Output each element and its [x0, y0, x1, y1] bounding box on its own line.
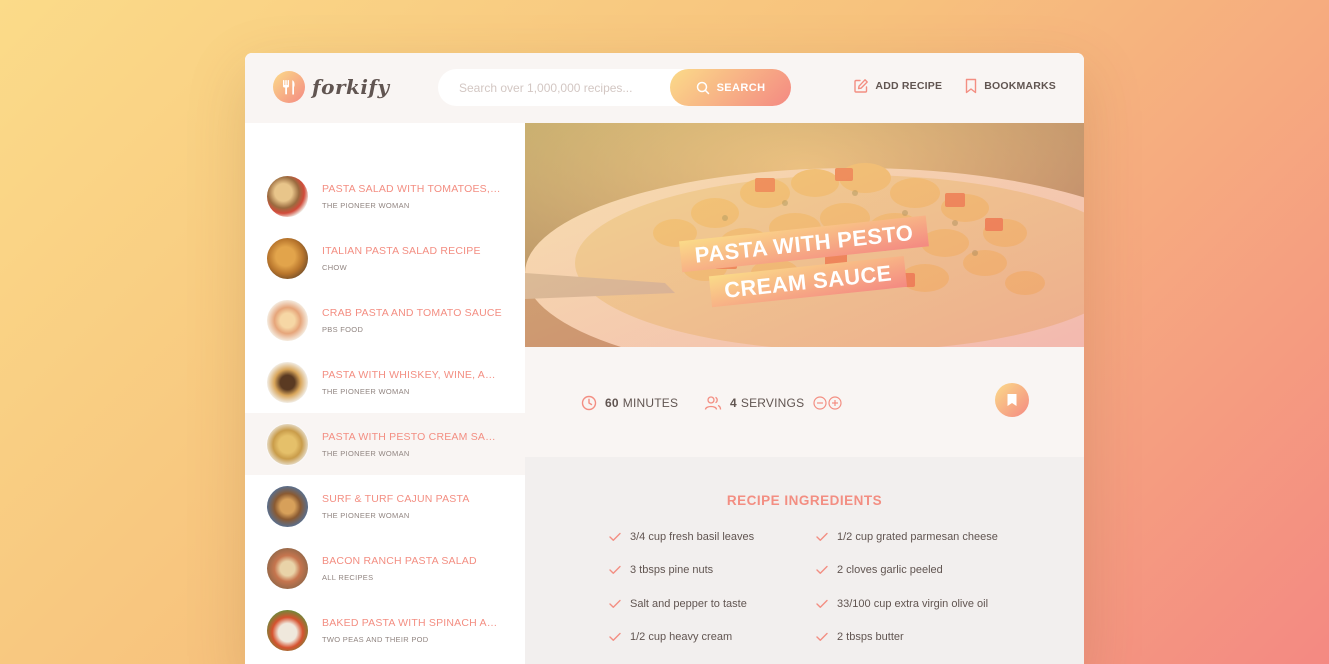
search-icon: [696, 81, 709, 94]
search-button-label: SEARCH: [716, 81, 766, 94]
check-icon: [609, 565, 621, 574]
result-thumbnail: [267, 609, 308, 651]
recipe-image: PASTA WITH PESTO CREAM SAUCE: [525, 123, 1084, 347]
check-icon: [609, 632, 621, 641]
recipe-details: 60 MINUTES 4 SERVINGS: [525, 347, 1084, 457]
result-item[interactable]: ITALIAN PASTA SALAD RECIPE CHOW: [245, 227, 525, 289]
logo[interactable]: forkify: [273, 71, 390, 103]
bookmarks-button[interactable]: BOOKMARKS: [964, 78, 1056, 94]
nav: ADD RECIPE BOOKMARKS: [831, 78, 1056, 94]
result-item[interactable]: SURF & TURF CAJUN PASTA THE PIONEER WOMAN: [245, 475, 525, 537]
result-publisher: THE PIONEER WOMAN: [322, 200, 410, 210]
ingredient-text: 2 tbsps butter: [837, 631, 904, 643]
check-icon: [609, 599, 621, 608]
check-icon: [816, 632, 828, 641]
ingredient-text: 3/4 cup fresh basil leaves: [630, 531, 755, 543]
bookmarks-label: BOOKMARKS: [984, 80, 1056, 92]
ingredient-text: 1/2 cup heavy cream: [630, 631, 733, 643]
ingredient-item: 3/4 cup fresh basil leaves: [609, 531, 754, 543]
result-title: SURF & TURF CAJUN PASTA: [322, 492, 470, 505]
result-thumbnail: [267, 361, 308, 403]
result-thumbnail: [267, 237, 308, 279]
app-window: forkify SEARCH ADD RECIPE: [245, 53, 1084, 664]
ingredient-item: 1/2 cup grated parmesan cheese: [816, 531, 998, 543]
search-form: SEARCH: [438, 69, 791, 106]
cooking-time-unit: MINUTES: [622, 396, 679, 410]
increase-servings-button[interactable]: [828, 396, 842, 410]
logo-fork-icon: [273, 71, 305, 103]
search-input[interactable]: [459, 80, 679, 95]
result-title: BACON RANCH PASTA SALAD: [322, 554, 477, 567]
result-thumbnail: [267, 485, 308, 527]
search-button[interactable]: SEARCH: [670, 69, 791, 106]
result-title: ITALIAN PASTA SALAD RECIPE: [322, 244, 481, 257]
result-item[interactable]: BACON RANCH PASTA SALAD ALL RECIPES: [245, 537, 525, 599]
bookmark-recipe-button[interactable]: [995, 383, 1029, 417]
result-publisher: TWO PEAS AND THEIR POD: [322, 634, 429, 644]
minus-circle-icon: [813, 396, 827, 410]
result-title: PASTA WITH PESTO CREAM SAUCE: [322, 430, 502, 443]
result-thumbnail: [267, 423, 308, 465]
result-item[interactable]: PASTA WITH WHISKEY, WINE, AN... THE PIONE…: [245, 351, 525, 413]
result-thumbnail: [267, 175, 308, 217]
result-publisher: THE PIONEER WOMAN: [322, 386, 410, 396]
recipe-view: PASTA WITH PESTO CREAM SAUCE 60 MINUTES: [525, 123, 1084, 664]
bookmark-icon: [965, 78, 977, 94]
plus-circle-icon: [828, 396, 842, 410]
result-title: CRAB PASTA AND TOMATO SAUCE: [322, 306, 502, 319]
ingredient-item: 2 cloves garlic peeled: [816, 564, 943, 576]
result-thumbnail: [267, 299, 308, 341]
ingredient-item: 1/2 cup heavy cream: [609, 631, 732, 643]
ingredients-heading: RECIPE INGREDIENTS: [726, 493, 883, 508]
check-icon: [816, 532, 828, 541]
result-item-active[interactable]: PASTA WITH PESTO CREAM SAUCE THE PIONEER …: [245, 413, 525, 475]
clock-icon: [581, 395, 597, 411]
result-publisher: THE PIONEER WOMAN: [322, 510, 410, 520]
result-publisher: THE PIONEER WOMAN: [322, 448, 410, 458]
add-recipe-button[interactable]: ADD RECIPE: [853, 78, 942, 94]
ingredient-text: 3 tbsps pine nuts: [630, 564, 714, 576]
cooking-time-value: 60: [605, 396, 619, 410]
result-publisher: ALL RECIPES: [322, 572, 374, 582]
users-icon: [704, 396, 722, 410]
ingredient-item: 33/100 cup extra virgin olive oil: [816, 598, 988, 610]
edit-icon: [854, 79, 869, 93]
decrease-servings-button[interactable]: [813, 396, 827, 410]
servings: 4 SERVINGS: [704, 395, 843, 411]
result-title: PASTA SALAD WITH TOMATOES, ...: [322, 182, 502, 195]
logo-text: forkify: [312, 75, 390, 99]
recipe-ingredients: RECIPE INGREDIENTS 3/4 cup fresh basil l…: [525, 457, 1084, 664]
result-item[interactable]: CRAB PASTA AND TOMATO SAUCE PBS FOOD: [245, 289, 525, 351]
check-icon: [609, 532, 621, 541]
servings-controls: [813, 396, 843, 410]
bookmark-icon: [1007, 394, 1017, 406]
ingredient-item: 2 tbsps butter: [816, 631, 904, 643]
ingredient-text: 1/2 cup grated parmesan cheese: [837, 531, 998, 543]
ingredient-text: Salt and pepper to taste: [630, 598, 747, 610]
result-item[interactable]: BAKED PASTA WITH SPINACH AN... TWO PEAS A…: [245, 599, 525, 661]
result-publisher: CHOW: [322, 262, 347, 272]
ingredient-item: Salt and pepper to taste: [609, 598, 747, 610]
result-title: PASTA WITH WHISKEY, WINE, AN...: [322, 368, 502, 381]
check-icon: [816, 565, 828, 574]
check-icon: [816, 599, 828, 608]
cooking-time: 60 MINUTES: [581, 395, 678, 411]
result-thumbnail: [267, 547, 308, 589]
result-title: BAKED PASTA WITH SPINACH AN...: [322, 616, 502, 629]
ingredient-text: 2 cloves garlic peeled: [837, 564, 943, 576]
search-results: PASTA SALAD WITH TOMATOES, ... THE PIONEE…: [245, 123, 525, 664]
servings-value: 4: [730, 396, 737, 410]
ingredient-text: 33/100 cup extra virgin olive oil: [837, 598, 989, 610]
servings-unit: SERVINGS: [740, 396, 805, 410]
add-recipe-label: ADD RECIPE: [875, 80, 943, 92]
result-item[interactable]: PASTA SALAD WITH TOMATOES, ... THE PIONEE…: [245, 165, 525, 227]
result-publisher: PBS FOOD: [322, 324, 364, 334]
header: forkify SEARCH ADD RECIPE: [245, 53, 1084, 123]
ingredient-item: 3 tbsps pine nuts: [609, 564, 713, 576]
